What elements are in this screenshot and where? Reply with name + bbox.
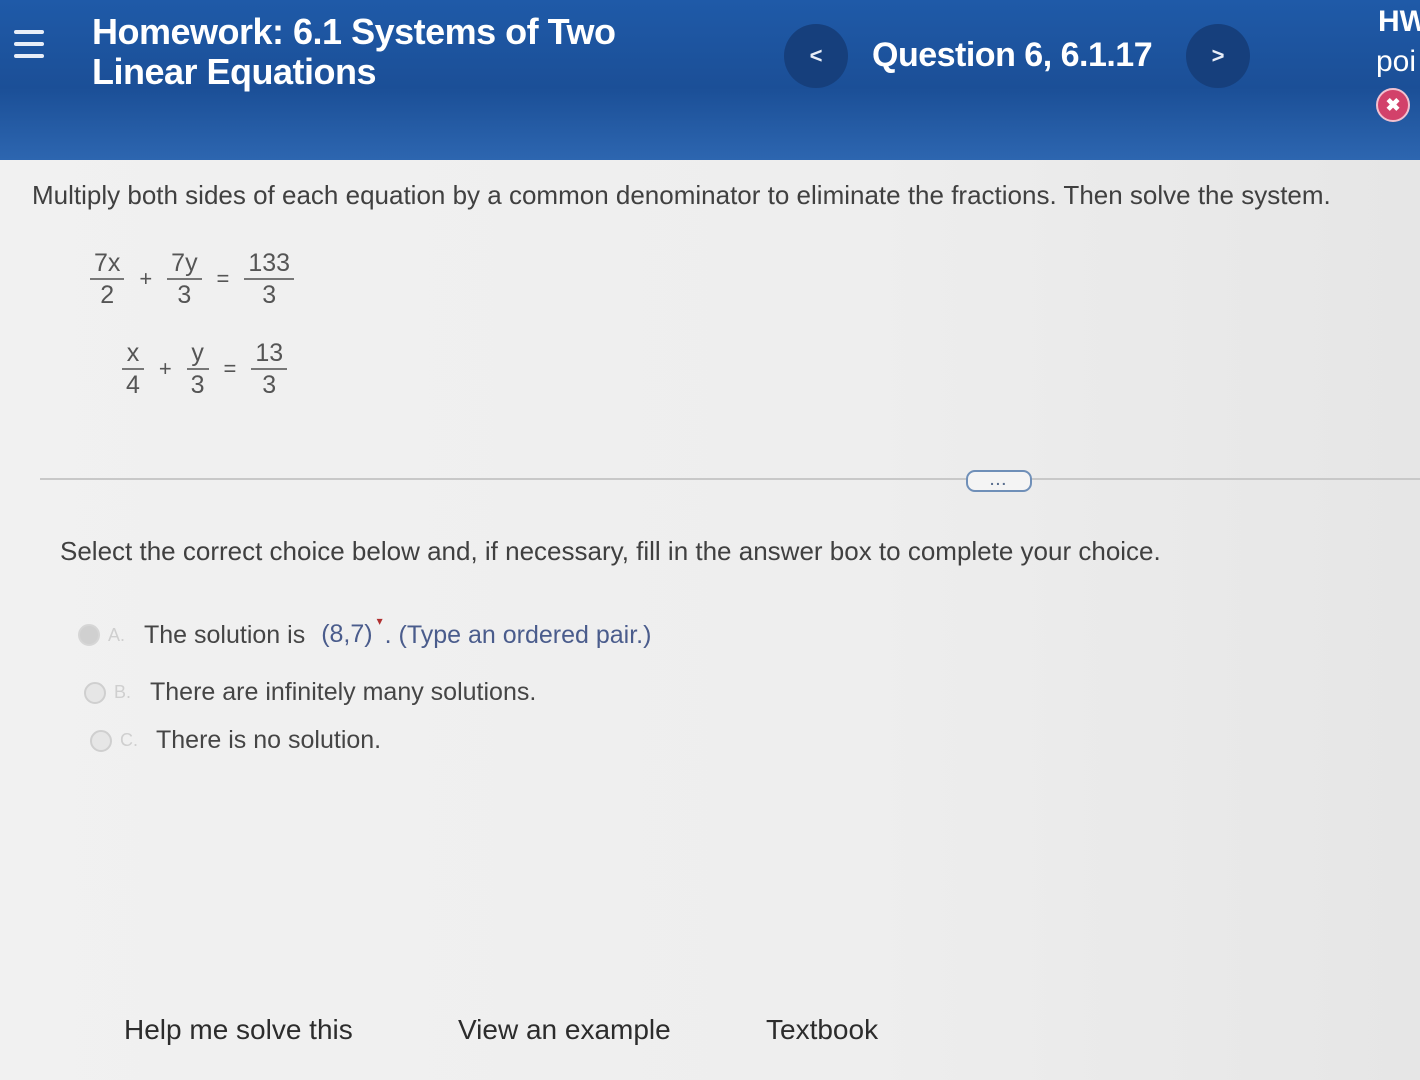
equals-sign: = [223,356,237,381]
header: Homework: 6.1 Systems of Two Linear Equa… [0,0,1420,160]
incorrect-status-icon: ✖ [1376,88,1410,122]
numerator: 7x [90,248,125,280]
numerator: 13 [251,338,288,370]
fraction: 133 3 [244,248,295,310]
numerator: x [122,338,144,370]
ordered-pair-answer-box[interactable]: (8,7) ▾ [317,614,382,650]
choice-a-text: The solution is [144,620,306,649]
previous-question-button[interactable]: < [784,24,848,88]
denominator: 3 [177,281,192,309]
choice-a-hint: . (Type an ordered pair.) [384,620,652,649]
expand-more-button[interactable]: ... [966,470,1032,492]
numerator: 133 [244,248,295,280]
choice-a[interactable]: A. The solution is (8,7) ▾ . (Type an ord… [78,614,652,650]
choice-c-radio[interactable] [90,729,112,752]
choice-c[interactable]: C. There is no solution. [90,726,381,755]
help-me-solve-button[interactable]: Help me solve this [124,1014,353,1046]
problem-instruction: Multiply both sides of each equation by … [32,180,1331,210]
choice-letter: C. [120,730,138,750]
question-label: Question 6, 6.1.17 [872,36,1153,74]
points-label: poi [1376,45,1417,78]
denominator: 3 [262,281,277,309]
fraction: x4 [122,338,144,400]
numerator: y [186,338,209,370]
choice-letter: B. [114,682,132,702]
next-question-button[interactable]: > [1186,24,1250,88]
close-icon: ✖ [1385,94,1401,115]
plus-sign: + [139,266,153,291]
fraction: y3 [186,338,209,400]
section-divider [40,478,1420,480]
chevron-right-icon: > [1211,43,1225,68]
plus-sign: + [158,356,172,381]
view-example-button[interactable]: View an example [458,1014,671,1046]
equation-2: x4 + y3 = 13 3 [120,338,289,400]
choice-b[interactable]: B. There are infinitely many solutions. [84,678,536,707]
caret-icon: ▾ [376,614,383,628]
choice-b-radio[interactable] [84,681,106,704]
choice-letter: A. [108,624,126,645]
hw-score-label: HW [1378,5,1420,38]
numerator: 7y [167,248,202,280]
fraction: 7y 3 [167,248,202,310]
equals-sign: = [216,266,230,291]
answer-prompt: Select the correct choice below and, if … [60,536,1161,566]
equation-1: 7x 2 + 7y 3 = 133 3 [88,248,296,310]
denominator: 4 [126,371,140,399]
textbook-button[interactable]: Textbook [766,1014,878,1046]
chevron-left-icon: < [809,43,823,68]
homework-title-line1: Homework: 6.1 Systems of Two [92,11,616,52]
fraction: 7x 2 [90,248,125,310]
homework-title-line2: Linear Equations [92,51,377,92]
choice-b-text: There are infinitely many solutions. [150,678,537,706]
denominator: 3 [190,371,205,399]
choice-a-radio[interactable] [78,624,100,646]
denominator: 2 [100,281,115,309]
answer-value: (8,7) [321,620,373,648]
homework-title: Homework: 6.1 Systems of Two Linear Equa… [92,11,616,92]
question-content: Multiply both sides of each equation by … [0,160,1420,1080]
menu-icon[interactable] [14,30,44,62]
denominator: 3 [262,371,277,399]
choice-c-text: There is no solution. [156,726,382,754]
fraction: 13 3 [251,338,288,400]
